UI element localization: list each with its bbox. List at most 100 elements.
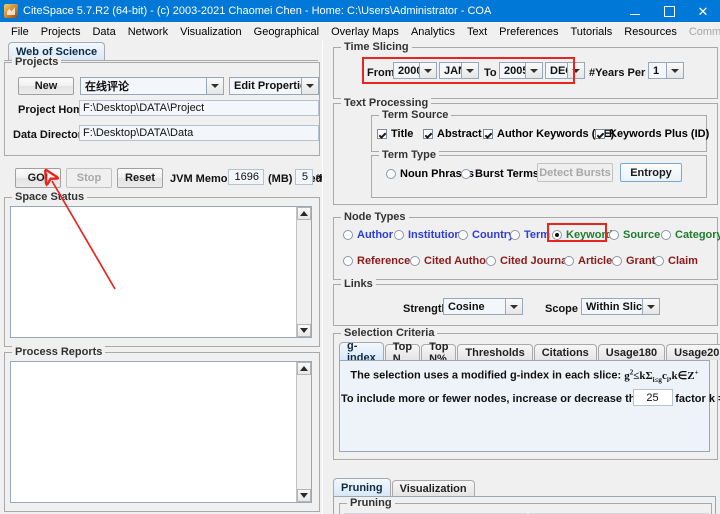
- go-button[interactable]: GO!: [15, 168, 61, 188]
- process-reports-title: Process Reports: [12, 346, 105, 358]
- app-icon: [4, 4, 18, 18]
- menu-projects[interactable]: Projects: [35, 24, 87, 40]
- chevron-down-icon[interactable]: [642, 299, 659, 314]
- radio-icon: [458, 230, 468, 240]
- radio-icon: [386, 169, 396, 179]
- checkbox-keywords-plus-label: Keywords Plus (ID): [609, 128, 709, 140]
- menu-tutorials[interactable]: Tutorials: [564, 24, 618, 40]
- scale-factor-k-input[interactable]: 25: [633, 389, 673, 406]
- radio-icon: [564, 256, 574, 266]
- radio-source[interactable]: Source: [609, 229, 660, 241]
- detect-bursts-button: Detect Bursts: [537, 163, 613, 182]
- selection-criteria-title: Selection Criteria: [341, 327, 437, 339]
- to-month-select[interactable]: DEC: [545, 62, 585, 79]
- radio-reference[interactable]: Reference: [343, 255, 410, 267]
- menu-visualization[interactable]: Visualization: [174, 24, 248, 40]
- tab-usage2013[interactable]: Usage2013: [666, 344, 720, 360]
- tab-citations[interactable]: Citations: [534, 344, 597, 360]
- tab-usage180[interactable]: Usage180: [598, 344, 665, 360]
- menu-overlay-maps[interactable]: Overlay Maps: [325, 24, 405, 40]
- menu-network[interactable]: Network: [122, 24, 174, 40]
- radio-country[interactable]: Country: [458, 229, 514, 241]
- radio-burst-terms[interactable]: Burst Terms: [461, 168, 539, 180]
- citespace-window: CiteSpace 5.7.R2 (64-bit) - (c) 2003-202…: [0, 0, 720, 514]
- term-type-title: Term Type: [379, 149, 439, 161]
- jvm-memory-value: 1696: [228, 169, 264, 185]
- space-status-textarea[interactable]: [10, 206, 312, 338]
- chevron-down-icon[interactable]: [666, 63, 683, 78]
- main-body: Web of Science Projects New 在线评论 Edit Pr…: [0, 41, 720, 514]
- years-per-slice-select[interactable]: 1: [648, 62, 684, 79]
- to-year-select[interactable]: 2005: [499, 62, 543, 79]
- menu-analytics[interactable]: Analytics: [405, 24, 461, 40]
- g-index-formula: g2≤kΣi≤gci,k∈Z+: [624, 370, 698, 382]
- radio-claim[interactable]: Claim: [654, 255, 698, 267]
- project-select[interactable]: 在线评论: [80, 77, 224, 95]
- chevron-down-icon[interactable]: [567, 63, 584, 78]
- scroll-up-icon[interactable]: [297, 207, 311, 220]
- tab-top-n-percent[interactable]: Top N%: [421, 344, 456, 360]
- space-status-scrollbar[interactable]: [296, 207, 311, 337]
- minimize-button[interactable]: [618, 0, 652, 22]
- menu-text[interactable]: Text: [461, 24, 493, 40]
- project-select-value: 在线评论: [85, 78, 129, 94]
- tab-g-index[interactable]: g-index: [339, 342, 384, 360]
- edit-properties-select[interactable]: Edit Properties: [229, 77, 319, 95]
- scroll-down-icon[interactable]: [297, 324, 311, 337]
- radio-claim-label: Claim: [668, 255, 698, 267]
- reset-button[interactable]: Reset: [117, 168, 163, 188]
- checkbox-abstract[interactable]: Abstract: [423, 128, 482, 140]
- checkbox-title[interactable]: Title: [377, 128, 413, 140]
- node-types-group: Node Types: [333, 217, 718, 280]
- radio-keyword[interactable]: Keyword: [552, 229, 612, 241]
- radio-icon: [612, 256, 622, 266]
- chevron-down-icon[interactable]: [301, 78, 318, 94]
- g-index-description-line1: The selection uses a modified g-index in…: [341, 368, 708, 384]
- tab-pruning[interactable]: Pruning: [333, 478, 391, 496]
- chevron-down-icon[interactable]: [505, 299, 522, 314]
- menu-data[interactable]: Data: [86, 24, 121, 40]
- radio-author[interactable]: Author: [343, 229, 393, 241]
- process-reports-scrollbar[interactable]: [296, 362, 311, 502]
- project-home-input[interactable]: F:\Desktop\DATA\Project: [79, 100, 319, 116]
- tab-visualization[interactable]: Visualization: [392, 480, 475, 496]
- checkbox-keywords-plus[interactable]: Keywords Plus (ID): [595, 128, 709, 140]
- chevron-down-icon[interactable]: [206, 78, 223, 94]
- radio-icon: [654, 256, 664, 266]
- radio-icon: [609, 230, 619, 240]
- scroll-up-icon[interactable]: [297, 362, 311, 375]
- from-year-select[interactable]: 2000: [393, 62, 437, 79]
- menu-preferences[interactable]: Preferences: [493, 24, 564, 40]
- process-reports-textarea[interactable]: [10, 361, 312, 503]
- space-status-title: Space Status: [12, 191, 87, 203]
- radio-category[interactable]: Category: [661, 229, 720, 241]
- menu-geographical[interactable]: Geographical: [248, 24, 325, 40]
- strength-select[interactable]: Cosine: [443, 298, 523, 315]
- menu-resources[interactable]: Resources: [618, 24, 683, 40]
- radio-grant[interactable]: Grant: [612, 255, 655, 267]
- radio-cited-journal[interactable]: Cited Journal: [486, 255, 570, 267]
- scroll-down-icon[interactable]: [297, 489, 311, 502]
- radio-cited-author[interactable]: Cited Author: [410, 255, 490, 267]
- radio-term[interactable]: Term: [510, 229, 550, 241]
- radio-article[interactable]: Article: [564, 255, 612, 267]
- radio-icon: [510, 230, 520, 240]
- radio-institution[interactable]: Institution: [394, 229, 461, 241]
- chevron-down-icon[interactable]: [419, 63, 436, 78]
- close-button[interactable]: ✕: [686, 0, 720, 22]
- menu-file[interactable]: File: [5, 24, 35, 40]
- entropy-button[interactable]: Entropy: [620, 163, 682, 182]
- chevron-down-icon[interactable]: [525, 63, 542, 78]
- left-pane: Web of Science Projects New 在线评论 Edit Pr…: [0, 41, 322, 514]
- data-directory-input[interactable]: F:\Desktop\DATA\Data: [79, 125, 319, 141]
- scope-label: Scope: [545, 303, 578, 315]
- from-month-select[interactable]: JAN: [439, 62, 479, 79]
- pruning-group-title: Pruning: [347, 497, 395, 509]
- chevron-down-icon[interactable]: [461, 63, 478, 78]
- new-project-button[interactable]: New: [18, 77, 74, 95]
- scope-select[interactable]: Within Slices: [581, 298, 660, 315]
- tab-top-n[interactable]: Top N: [385, 344, 420, 360]
- maximize-button[interactable]: [652, 0, 686, 22]
- checkbox-abstract-label: Abstract: [437, 128, 482, 140]
- tab-thresholds[interactable]: Thresholds: [457, 344, 532, 360]
